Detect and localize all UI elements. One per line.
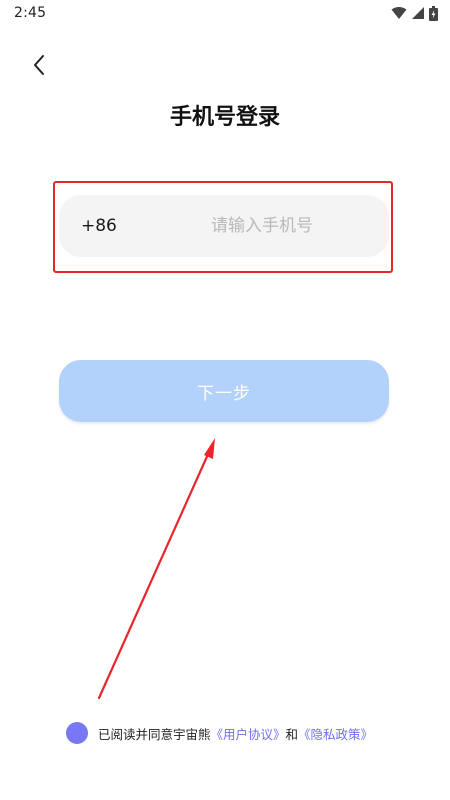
chevron-left-icon xyxy=(32,54,46,80)
next-button[interactable]: 下一步 xyxy=(59,360,389,422)
back-button[interactable] xyxy=(24,52,54,82)
phone-field: +86 xyxy=(59,195,389,257)
agreement-row: 已阅读并同意宇宙熊 《用户协议》 和 《隐私政策》 xyxy=(66,721,373,745)
phone-number-input[interactable] xyxy=(155,195,369,257)
user-agreement-link[interactable]: 《用户协议》 xyxy=(211,724,286,743)
country-code-selector[interactable]: +86 xyxy=(81,195,117,257)
battery-charging-icon xyxy=(429,5,438,21)
agreement-conjunction: 和 xyxy=(285,726,299,742)
agree-checkbox[interactable] xyxy=(66,722,88,744)
status-bar: 2:45 xyxy=(0,0,450,26)
wifi-icon xyxy=(391,6,407,20)
privacy-policy-link[interactable]: 《隐私政策》 xyxy=(298,724,373,743)
status-icons xyxy=(391,5,438,21)
cellular-signal-icon xyxy=(411,6,425,20)
status-time: 2:45 xyxy=(14,5,47,21)
page-title: 手机号登录 xyxy=(169,105,280,130)
agreement-prefix: 已阅读并同意宇宙熊 xyxy=(98,726,211,742)
